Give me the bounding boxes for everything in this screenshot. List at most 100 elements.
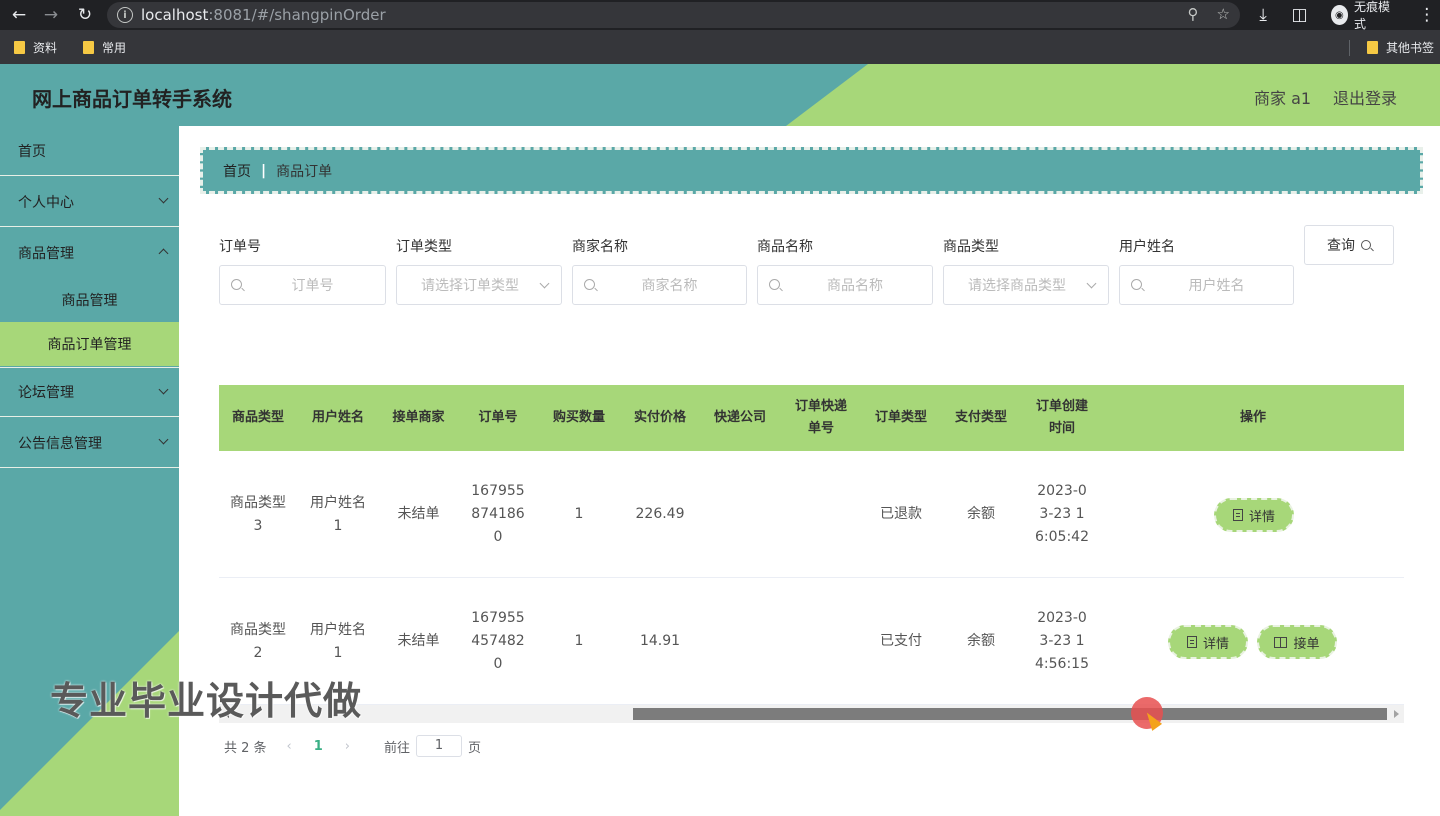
order-no-label: 订单号 [219, 239, 261, 255]
goto-label: 前往 [384, 740, 411, 756]
incognito-icon: ◉ [1330, 5, 1349, 25]
pagination: 共 2 条 ‹ 1 › 前往 1 页 [224, 735, 481, 757]
prev-page-icon[interactable]: ‹ [287, 739, 292, 754]
column-header: 购买数量 [552, 410, 605, 425]
product-name-placeholder: 商品名称 [827, 278, 883, 294]
product-name-label: 商品名称 [757, 239, 813, 255]
page-unit-label: 页 [468, 740, 482, 756]
pagination-total: 共 2 条 [224, 740, 267, 756]
sidebar-subitem-products[interactable]: 商品管理 [0, 278, 179, 322]
product-type-select[interactable]: 请选择商品类型 [943, 265, 1109, 305]
chevron-down-icon [158, 434, 169, 445]
incognito-label: 无痕模式 [1354, 0, 1391, 31]
forward-icon[interactable]: → [36, 0, 66, 30]
reload-icon[interactable]: ↻ [70, 0, 100, 30]
cell-pay-type: 余额 [967, 633, 995, 649]
order-no-placeholder: 订单号 [291, 278, 334, 294]
sidebar-item-home[interactable]: 首页 [0, 126, 179, 176]
logout-link[interactable]: 退出登录 [1333, 85, 1397, 109]
chevron-down-icon [158, 384, 169, 395]
search-icon [1361, 240, 1371, 250]
sidebar-item-forum[interactable]: 论坛管理 [0, 367, 179, 417]
breadcrumb-separator: | [261, 162, 267, 179]
merchant-name-input[interactable]: 商家名称 [572, 265, 747, 305]
other-bookmarks-label: 其他书签 [1385, 40, 1434, 55]
app-title: 网上商品订单转手系统 [32, 87, 232, 111]
bookmark-folder[interactable]: 常用 [83, 39, 126, 56]
breadcrumb-home[interactable]: 首页 [223, 161, 251, 181]
download-icon[interactable]: ⤓ [1250, 0, 1276, 30]
bookmark-folder[interactable]: 资料 [14, 39, 57, 56]
folder-icon [83, 40, 95, 54]
cell-merchant: 未结单 [397, 633, 440, 649]
cell-quantity: 1 [574, 506, 584, 522]
product-name-input[interactable]: 商品名称 [757, 265, 933, 305]
back-icon[interactable]: ← [4, 0, 34, 30]
sidebar-item-profile[interactable]: 个人中心 [0, 177, 179, 227]
detail-button-label: 详情 [1202, 636, 1229, 652]
sidebar-item-label: 商品管理 [61, 293, 118, 309]
sidebar-item-notices[interactable]: 公告信息管理 [0, 418, 179, 468]
column-header: 快递公司 [713, 410, 766, 425]
url-path: :8081/#/shangpinOrder [208, 6, 386, 24]
search-icon [1131, 279, 1142, 290]
detail-button[interactable]: 详情 [1168, 625, 1248, 659]
scroll-right-icon[interactable] [1394, 710, 1399, 718]
star-icon[interactable]: ☆ [1217, 5, 1230, 23]
column-header: 商品类型 [231, 410, 284, 425]
table-header: 商品类型 用户姓名 接单商家 订单号 购买数量 实付价格 快递公司 订单快递单号… [219, 385, 1404, 451]
cell-merchant: 未结单 [397, 506, 440, 522]
menu-kebab-icon[interactable]: ⋮ [1414, 0, 1440, 30]
cell-created-time: 2023-03-23 14:56:15 [1035, 610, 1089, 672]
cell-express [700, 451, 780, 578]
query-button-label: 查询 [1327, 238, 1355, 254]
cell-order-type: 已支付 [880, 633, 922, 649]
query-button[interactable]: 查询 [1304, 225, 1394, 265]
cell-user-name: 用户姓名1 [310, 494, 366, 534]
product-type-placeholder: 请选择商品类型 [968, 278, 1066, 294]
cell-price: 226.49 [635, 506, 685, 522]
table-horizontal-scrollbar[interactable] [219, 705, 1404, 723]
cell-order-no: 1679558741860 [471, 483, 525, 545]
cell-pay-type: 余额 [967, 506, 995, 522]
cell-express-no [780, 578, 862, 705]
other-bookmarks[interactable]: 其他书签 [1366, 30, 1434, 64]
chevron-down-icon [158, 193, 169, 204]
order-type-select[interactable]: 请选择订单类型 [396, 265, 562, 305]
key-icon[interactable]: ⚲ [1188, 5, 1199, 23]
detail-button[interactable]: 详情 [1214, 498, 1294, 532]
sidebar-item-product-mgmt[interactable]: 商品管理 [0, 228, 179, 278]
cell-express-no [780, 451, 862, 578]
site-info-icon[interactable]: i [117, 7, 133, 23]
column-header: 用户姓名 [311, 410, 364, 425]
cell-price: 14.91 [639, 633, 681, 649]
sidebar-item-label: 个人中心 [18, 194, 74, 211]
cell-product-type: 商品类型3 [230, 494, 286, 534]
order-no-input[interactable]: 订单号 [219, 265, 386, 305]
goto-page-input[interactable]: 1 [416, 735, 463, 757]
user-name-input[interactable]: 用户姓名 [1119, 265, 1294, 305]
watermark-text: 专业毕业设计代做 [50, 679, 363, 723]
search-icon [584, 279, 595, 290]
sidepanel-icon[interactable]: ◫ [1286, 0, 1312, 30]
order-type-label: 订单类型 [396, 239, 452, 255]
sidebar-item-label: 公告信息管理 [18, 435, 102, 452]
column-header: 订单号 [478, 410, 518, 425]
table-row: 商品类型3 用户姓名1 未结单 1679558741860 1 226.49 已… [219, 451, 1404, 578]
address-bar[interactable]: i localhost:8081/#/shangpinOrder ⚲ ☆ [107, 2, 1240, 28]
user-name-label: 用户姓名 [1119, 239, 1175, 255]
bookmark-divider [1349, 40, 1350, 56]
next-page-icon[interactable]: › [345, 739, 350, 754]
document-icon [1232, 509, 1243, 521]
current-user: 商家 a1 [1254, 89, 1312, 108]
page-number-current[interactable]: 1 [314, 739, 323, 754]
sidebar-item-label: 商品管理 [18, 246, 74, 262]
cell-quantity: 1 [574, 633, 584, 649]
sidebar-subitem-orders[interactable]: 商品订单管理 [0, 322, 179, 366]
column-header: 订单类型 [874, 410, 927, 425]
incognito-indicator[interactable]: ◉ 无痕模式 [1330, 0, 1396, 32]
book-icon [1274, 636, 1288, 648]
column-header: 支付类型 [954, 410, 1007, 425]
scrollbar-thumb[interactable] [633, 708, 1387, 720]
accept-order-button[interactable]: 接单 [1257, 625, 1337, 659]
